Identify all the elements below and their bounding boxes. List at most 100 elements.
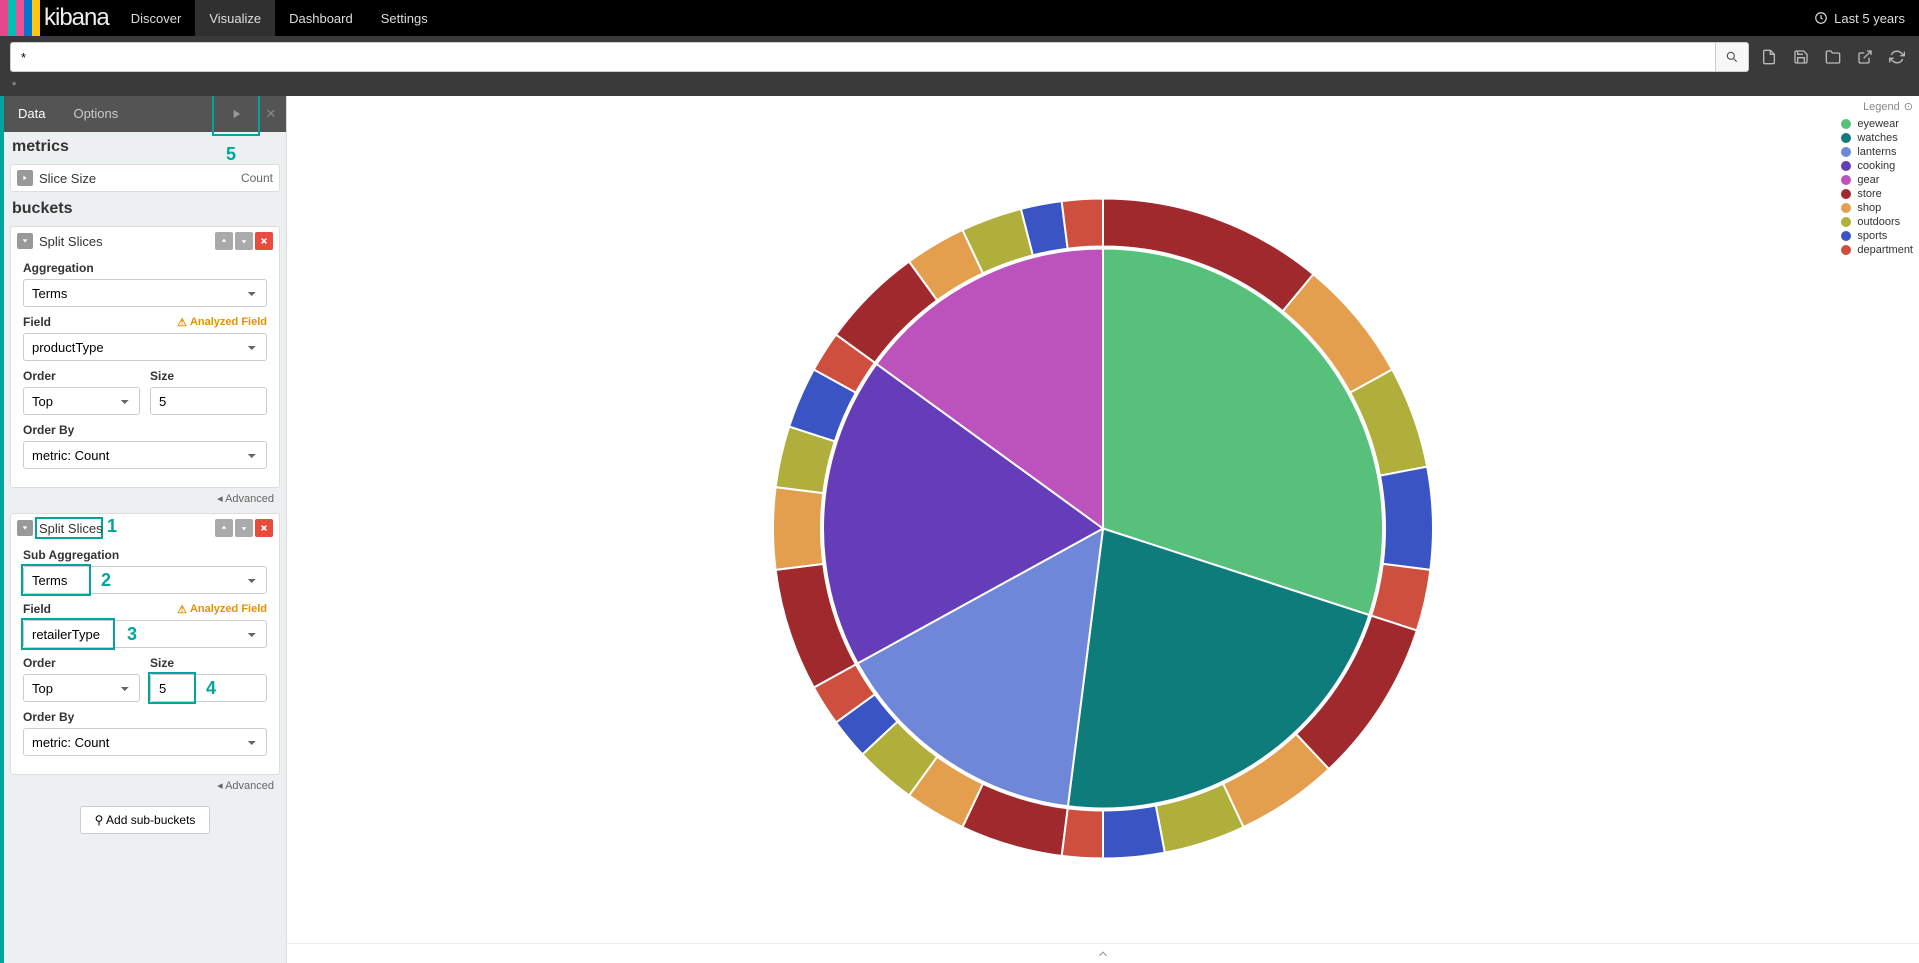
visualization-area: Legend ⊙ eyewearwatches lanterns cooking ge… [287, 96, 1919, 963]
field-select[interactable]: retailerType [23, 620, 267, 648]
order-select[interactable]: Top [23, 674, 140, 702]
nav-settings[interactable]: Settings [367, 0, 442, 36]
order-select[interactable]: Top [23, 387, 140, 415]
legend-item[interactable]: outdoors [1841, 215, 1913, 229]
annotation-1: 1 [107, 516, 117, 537]
sub-aggregation-label: Sub Aggregation [23, 548, 267, 562]
advanced-toggle[interactable]: ◂ Advanced [4, 490, 286, 511]
legend-label: watches [1857, 132, 1897, 144]
aggregation-label: Aggregation [23, 261, 267, 275]
metrics-header: metrics [4, 132, 286, 162]
time-picker-label: Last 5 years [1834, 11, 1905, 26]
tab-options[interactable]: Options [59, 96, 132, 132]
advanced-toggle[interactable]: ◂ Advanced [4, 777, 286, 798]
nav-visualize[interactable]: Visualize [195, 0, 275, 36]
legend-item[interactable]: department [1841, 243, 1913, 257]
legend-dot [1841, 175, 1851, 185]
logo-text: kibana [40, 4, 117, 32]
legend-label: sports [1857, 230, 1887, 242]
analyzed-field-warning: ⚠ Analyzed Field [177, 316, 267, 329]
legend-item[interactable]: watches [1841, 131, 1913, 145]
move-down-button[interactable] [235, 232, 253, 250]
move-up-button[interactable] [215, 232, 233, 250]
play-icon [229, 107, 243, 121]
field-label: Field [23, 315, 51, 329]
legend-label: gear [1857, 174, 1879, 186]
remove-button[interactable] [255, 519, 273, 537]
legend-item[interactable]: eyewear [1841, 117, 1913, 131]
discard-changes-button[interactable]: ✕ [256, 96, 286, 132]
order-label: Order [23, 656, 140, 670]
bucket-title: Split Slices [39, 521, 209, 536]
annotation-3: 3 [127, 624, 137, 645]
pie-chart[interactable] [763, 188, 1443, 871]
save-viz-icon[interactable] [1789, 45, 1813, 69]
legend-label: department [1857, 244, 1913, 256]
legend-dot [1841, 245, 1851, 255]
search-toolbar [0, 36, 1919, 78]
legend-item[interactable]: sports [1841, 229, 1913, 243]
collapse-icon: ⊙ [1904, 100, 1913, 113]
chevron-up-icon [1096, 947, 1110, 961]
query-label: * [0, 78, 1919, 96]
analyzed-field-warning: ⚠ Analyzed Field [177, 603, 267, 616]
legend-item[interactable]: cooking [1841, 159, 1913, 173]
legend-label: cooking [1857, 160, 1895, 172]
kibana-logo[interactable]: kibana [0, 0, 117, 36]
order-label: Order [23, 369, 140, 383]
toggle-icon[interactable] [17, 233, 33, 249]
toggle-icon[interactable] [17, 170, 33, 186]
legend-label: shop [1857, 202, 1881, 214]
sub-aggregation-select[interactable]: Terms [23, 566, 267, 594]
metric-slice-size[interactable]: Slice Size Count [10, 164, 280, 192]
size-input[interactable] [150, 387, 267, 415]
metric-title: Slice Size [39, 171, 235, 186]
annotation-4: 4 [206, 678, 216, 699]
search-input[interactable] [10, 42, 1715, 72]
legend-dot [1841, 203, 1851, 213]
size-label: Size [150, 656, 267, 670]
nav-discover[interactable]: Discover [117, 0, 196, 36]
buckets-header: buckets [4, 194, 286, 224]
legend: Legend ⊙ eyewearwatches lanterns cooking ge… [1841, 100, 1913, 257]
legend-item[interactable]: store [1841, 187, 1913, 201]
legend-item[interactable]: shop [1841, 201, 1913, 215]
nav-dashboard[interactable]: Dashboard [275, 0, 367, 36]
legend-item[interactable]: gear [1841, 173, 1913, 187]
annotation-5: 5 [226, 144, 236, 165]
add-sub-buckets-button[interactable]: ⚲ Add sub-buckets [80, 806, 211, 834]
legend-dot [1841, 231, 1851, 241]
apply-changes-button[interactable] [216, 96, 256, 132]
toggle-icon[interactable] [17, 520, 33, 536]
legend-item[interactable]: lanterns [1841, 145, 1913, 159]
time-picker[interactable]: Last 5 years [1800, 11, 1919, 26]
sidebar-tabs: Data Options ✕ [4, 96, 286, 132]
legend-label: lanterns [1857, 146, 1896, 158]
top-navbar: kibana DiscoverVisualizeDashboardSetting… [0, 0, 1919, 36]
aggregation-select[interactable]: Terms [23, 279, 267, 307]
legend-dot [1841, 147, 1851, 157]
refresh-icon[interactable] [1885, 45, 1909, 69]
expand-spy-panel[interactable] [287, 943, 1919, 963]
orderby-select[interactable]: metric: Count [23, 441, 267, 469]
metric-value: Count [241, 171, 273, 185]
legend-title[interactable]: Legend ⊙ [1841, 100, 1913, 113]
clock-icon [1814, 11, 1828, 25]
main-nav: DiscoverVisualizeDashboardSettings [117, 0, 442, 36]
move-down-button[interactable] [235, 519, 253, 537]
legend-dot [1841, 133, 1851, 143]
search-button[interactable] [1715, 42, 1749, 72]
move-up-button[interactable] [215, 519, 233, 537]
field-select[interactable]: productType [23, 333, 267, 361]
new-viz-icon[interactable] [1757, 45, 1781, 69]
legend-label: outdoors [1857, 216, 1900, 228]
bucket-split-slices-1: Split Slices Aggregation Terms Field ⚠ A… [10, 226, 280, 488]
legend-dot [1841, 189, 1851, 199]
tab-data[interactable]: Data [4, 96, 59, 132]
legend-dot [1841, 161, 1851, 171]
size-label: Size [150, 369, 267, 383]
remove-button[interactable] [255, 232, 273, 250]
share-icon[interactable] [1853, 45, 1877, 69]
load-viz-icon[interactable] [1821, 45, 1845, 69]
orderby-select[interactable]: metric: Count [23, 728, 267, 756]
